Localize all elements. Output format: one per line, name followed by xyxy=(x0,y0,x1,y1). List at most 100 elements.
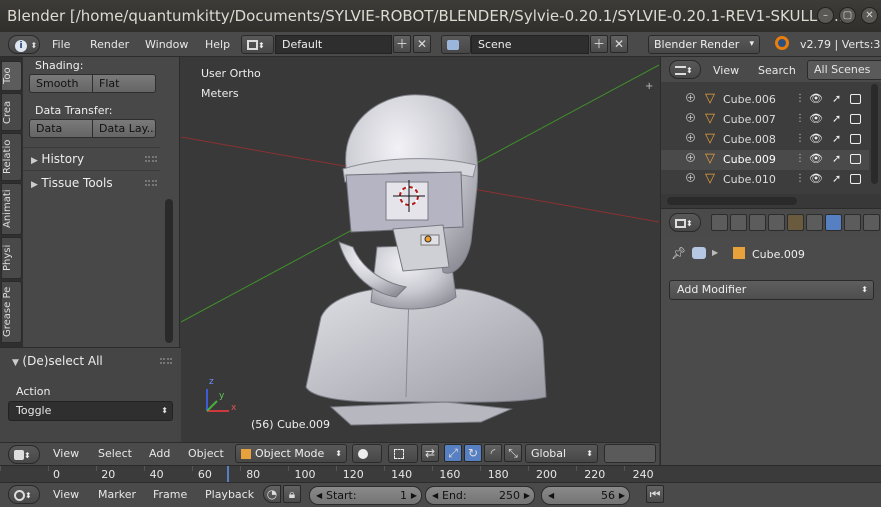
manipulator-toggle-button[interactable]: ⇄ xyxy=(421,444,439,462)
layer-buttons[interactable] xyxy=(604,444,656,463)
tab-grease-pencil[interactable]: Grease Pe xyxy=(1,281,22,343)
tab-create[interactable]: Crea xyxy=(1,93,22,131)
smooth-button[interactable]: Smooth xyxy=(29,74,93,93)
translate-manipulator-button[interactable]: ⤢ xyxy=(444,444,462,462)
outliner-row[interactable]: + ▽ Cube.009 ⋮ 👁︎ ➚ xyxy=(661,150,869,170)
data-layout-button[interactable]: Data Lay... xyxy=(92,119,156,138)
region-plus-icon[interactable]: + xyxy=(645,81,653,92)
menu-select[interactable]: Select xyxy=(98,447,132,460)
render-tab-icon[interactable] xyxy=(711,214,728,231)
add-scene-button[interactable]: ＋ xyxy=(590,35,608,53)
current-frame-indicator[interactable] xyxy=(227,466,229,483)
material-tab-icon[interactable] xyxy=(863,214,880,231)
eye-visibility-icon[interactable]: 👁︎ xyxy=(809,92,823,105)
outliner-object-name[interactable]: Cube.008 xyxy=(723,133,776,146)
menu-render[interactable]: Render xyxy=(90,38,129,51)
history-panel-header[interactable]: ▶ History xyxy=(31,152,157,166)
eye-visibility-icon[interactable]: 👁︎ xyxy=(809,112,823,125)
outliner-vscrollbar[interactable] xyxy=(871,84,878,184)
rotate-manipulator-button[interactable]: ↻ xyxy=(464,444,482,462)
arrow-right-icon[interactable]: ▶ xyxy=(619,487,625,504)
camera-render-icon[interactable] xyxy=(850,114,861,124)
end-frame-field[interactable]: ◀ End: 250 ▶ xyxy=(425,486,535,505)
restrict-select-icon[interactable]: ⋮ xyxy=(795,153,805,164)
outliner-object-name[interactable]: Cube.007 xyxy=(723,113,776,126)
menu-marker[interactable]: Marker xyxy=(98,488,136,501)
camera-render-icon[interactable] xyxy=(850,94,861,104)
arrow-left-icon[interactable]: ◀ xyxy=(548,487,554,504)
display-mode-dropdown[interactable]: All Scenes xyxy=(807,60,881,80)
outliner-object-name[interactable]: Cube.006 xyxy=(723,93,776,106)
toolshelf-scrollbar[interactable] xyxy=(165,199,173,343)
mode-dropdown[interactable]: Object Mode ⬍ xyxy=(235,444,347,463)
cursor-selectable-icon[interactable]: ➚ xyxy=(832,172,841,185)
scale-icon-button[interactable]: ⤡ xyxy=(504,444,522,462)
jump-to-start-button[interactable]: ⏮︎ xyxy=(646,485,664,503)
menu-view[interactable]: View xyxy=(53,447,79,460)
tissue-tools-panel-header[interactable]: ▶ Tissue Tools xyxy=(31,176,157,190)
expand-plus-icon[interactable]: + xyxy=(686,133,695,142)
menu-outliner-view[interactable]: View xyxy=(713,64,739,77)
arrow-right-icon[interactable]: ▶ xyxy=(524,487,530,504)
add-modifier-dropdown[interactable]: Add Modifier ⬍ xyxy=(669,280,874,300)
camera-render-icon[interactable] xyxy=(850,154,861,164)
cursor-selectable-icon[interactable]: ➚ xyxy=(832,152,841,165)
cursor-selectable-icon[interactable]: ➚ xyxy=(832,132,841,145)
menu-object[interactable]: Object xyxy=(188,447,224,460)
editor-type-selector[interactable]: i ⬍ xyxy=(8,35,40,54)
outliner-row[interactable]: + ▽ Cube.010 ⋮ 👁︎ ➚ xyxy=(661,170,869,190)
eye-visibility-icon[interactable]: 👁︎ xyxy=(809,152,823,165)
operator-panel-header[interactable]: ▼ (De)select All xyxy=(12,354,172,368)
maximize-button[interactable]: ▢ xyxy=(839,7,856,24)
cursor-selectable-icon[interactable]: ➚ xyxy=(832,112,841,125)
restrict-select-icon[interactable]: ⋮ xyxy=(795,173,805,184)
drag-handle-icon[interactable] xyxy=(145,156,157,162)
arrow-right-icon[interactable]: ▶ xyxy=(411,487,417,504)
render-layers-tab-icon[interactable] xyxy=(730,214,747,231)
drag-handle-icon[interactable] xyxy=(145,180,157,186)
expand-plus-icon[interactable]: + xyxy=(686,113,695,122)
data-tab-icon[interactable] xyxy=(844,214,861,231)
modifiers-wrench-icon[interactable] xyxy=(825,214,842,231)
outliner-row[interactable]: + ▽ Cube.008 ⋮ 👁︎ ➚ xyxy=(661,130,869,150)
outliner-object-name[interactable]: Cube.009 xyxy=(723,153,776,166)
restrict-select-icon[interactable]: ⋮ xyxy=(795,93,805,104)
camera-render-icon[interactable] xyxy=(850,134,861,144)
preview-range-button[interactable]: ◔ xyxy=(263,485,281,503)
render-engine-dropdown[interactable]: Blender Render ▾ xyxy=(648,35,760,54)
outliner-row[interactable]: + ▽ Cube.006 ⋮ 👁︎ ➚ xyxy=(661,90,869,110)
remove-scene-button[interactable]: ✕ xyxy=(610,35,628,53)
scene-browse-button[interactable] xyxy=(441,35,471,54)
viewport-shading-dropdown[interactable] xyxy=(352,444,382,463)
restrict-select-icon[interactable]: ⋮ xyxy=(795,113,805,124)
expand-plus-icon[interactable]: + xyxy=(686,173,695,182)
eye-visibility-icon[interactable]: 👁︎ xyxy=(809,172,823,185)
minimize-button[interactable]: – xyxy=(817,7,834,24)
3d-viewport[interactable]: User Ortho Meters (56) Cube.009 z x y + xyxy=(181,57,659,442)
layout-name-field[interactable]: Default xyxy=(275,35,392,54)
constraints-tab-icon[interactable] xyxy=(806,214,823,231)
scale-manipulator-button[interactable]: ◜ xyxy=(484,444,502,462)
editor-type-selector[interactable]: ⬍ xyxy=(8,445,40,464)
editor-type-selector[interactable]: ⬍ xyxy=(669,213,701,232)
current-frame-field[interactable]: ◀ 56 ▶ xyxy=(541,486,630,505)
outliner-object-name[interactable]: Cube.010 xyxy=(723,173,776,186)
remove-layout-button[interactable]: ✕ xyxy=(413,35,431,53)
tab-animation[interactable]: Animati xyxy=(1,183,22,235)
start-frame-field[interactable]: ◀ Start: 1 ▶ xyxy=(309,486,422,505)
editor-type-selector[interactable]: ⬍ xyxy=(669,60,701,79)
expand-plus-icon[interactable]: + xyxy=(686,93,695,102)
close-button[interactable]: ✕ xyxy=(861,7,878,24)
object-tab-icon[interactable] xyxy=(787,214,804,231)
pivot-point-dropdown[interactable] xyxy=(388,444,418,463)
pin-icon[interactable]: 📌︎ xyxy=(671,246,686,260)
menu-timeline-view[interactable]: View xyxy=(53,488,79,501)
tab-tools[interactable]: Too xyxy=(1,61,22,91)
menu-frame[interactable]: Frame xyxy=(153,488,187,501)
arrow-left-icon[interactable]: ◀ xyxy=(432,487,438,504)
menu-outliner-search[interactable]: Search xyxy=(758,64,796,77)
layout-browse-button[interactable]: ⬍ xyxy=(241,35,274,54)
outliner-hscrollbar[interactable] xyxy=(667,197,797,205)
transform-orientation-dropdown[interactable]: Global ⬍ xyxy=(525,444,598,463)
editor-type-selector[interactable]: ⬍ xyxy=(8,485,40,504)
